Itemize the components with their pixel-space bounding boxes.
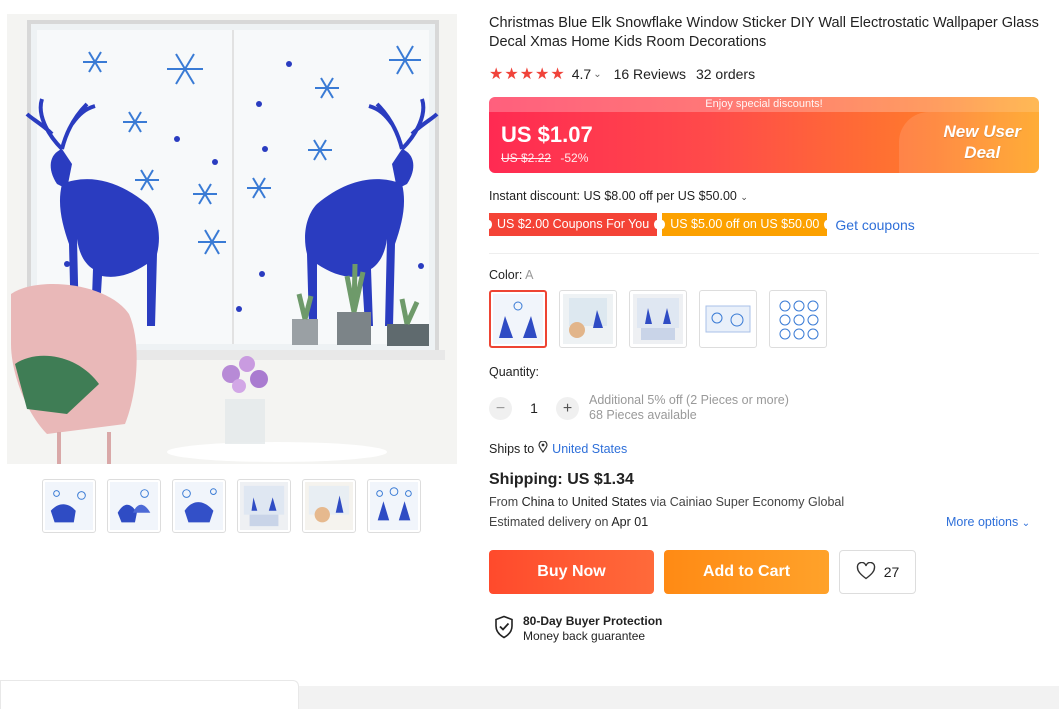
shield-check-icon: [494, 615, 514, 644]
shipping-destination: United States: [571, 495, 647, 509]
shipping-origin: China: [521, 495, 555, 509]
instant-discount-text: Instant discount: US $8.00 off per US $5…: [489, 189, 737, 203]
new-user-deal-badge: New User Deal: [944, 121, 1021, 163]
main-product-image[interactable]: [7, 14, 457, 464]
swatch-c[interactable]: [629, 290, 687, 348]
delivery-prefix: Estimated delivery on: [489, 515, 609, 529]
original-price-row: US $2.22 -52%: [501, 151, 588, 165]
wishlist-count: 27: [883, 564, 900, 580]
price-banner: Enjoy special discounts! US $1.07 US $2.…: [489, 97, 1039, 173]
rating-row: ★★★★★ 4.7 ⌄ 16 Reviews 32 orders: [489, 64, 755, 84]
thumbnail-5[interactable]: [302, 479, 356, 533]
bottom-tab[interactable]: [0, 680, 299, 709]
divider: [489, 253, 1039, 254]
quantity-info: Additional 5% off (2 Pieces or more) 68 …: [589, 393, 789, 423]
swatch-d[interactable]: [699, 290, 757, 348]
delivery-date: Apr 01: [611, 515, 649, 529]
quantity-increase-button[interactable]: +: [556, 396, 579, 420]
quantity-label: Quantity:: [489, 365, 540, 379]
discount-percent: -52%: [560, 151, 589, 165]
instant-discount[interactable]: Instant discount: US $8.00 off per US $5…: [489, 189, 748, 203]
color-label: Color: A: [489, 268, 533, 282]
current-price: US $1.07: [501, 122, 593, 147]
product-title: Christmas Blue Elk Snowflake Window Stic…: [489, 15, 1039, 50]
thumbnail-4[interactable]: [237, 479, 291, 533]
rating-stars: ★★★★★: [489, 66, 566, 83]
product-photo: [7, 14, 457, 464]
color-swatches: [489, 290, 827, 348]
shipping-route: From China to United States via Cainiao …: [489, 495, 844, 509]
deal-line-1: New User: [943, 122, 1021, 141]
ships-to-row: Ships to United States: [489, 440, 627, 456]
original-price: US $2.22: [501, 151, 552, 165]
color-label-text: Color:: [489, 268, 523, 282]
thumbnail-1[interactable]: [42, 479, 96, 533]
thumbnail-strip: [42, 479, 421, 533]
ship-country-select[interactable]: United States: [552, 442, 627, 456]
shipping-price: Shipping: US $1.34: [489, 471, 634, 488]
swatch-b[interactable]: [559, 290, 617, 348]
protection-subtitle: Money back guarantee: [523, 629, 646, 643]
get-coupons-link[interactable]: Get coupons: [835, 217, 914, 233]
more-shipping-options-link[interactable]: More options ⌄: [946, 515, 1030, 529]
shipping-to-word: to: [557, 495, 569, 509]
shipping-carrier: via Cainiao Super Economy Global: [650, 495, 845, 509]
orders-count: 32 orders: [695, 66, 756, 82]
location-pin-icon: [538, 440, 548, 456]
discount-strip: Enjoy special discounts!: [489, 97, 1039, 112]
stock-available-text: 68 Pieces available: [589, 408, 697, 422]
reviews-link[interactable]: 16 Reviews: [614, 66, 686, 82]
coupon-row: US $2.00 Coupons For You US $5.00 off on…: [485, 213, 915, 236]
quantity-input[interactable]: 1: [512, 400, 556, 416]
quantity-stepper: − 1 + Additional 5% off (2 Pieces or mor…: [489, 393, 789, 423]
wishlist-button[interactable]: 27: [839, 550, 916, 594]
heart-icon: [856, 561, 876, 583]
coupon-badge-threshold[interactable]: US $5.00 off on US $50.00: [659, 213, 831, 236]
swatch-a[interactable]: [489, 290, 547, 348]
shipping-from-prefix: From: [489, 495, 519, 509]
deal-line-2: Deal: [964, 143, 1001, 162]
estimated-delivery: Estimated delivery on Apr 01: [489, 515, 648, 529]
protection-title: 80-Day Buyer Protection: [523, 614, 663, 628]
coupon-badge-store[interactable]: US $2.00 Coupons For You: [485, 213, 661, 236]
chevron-down-icon[interactable]: ⌄: [740, 192, 748, 202]
buy-now-button[interactable]: Buy Now: [489, 550, 654, 594]
thumbnail-3[interactable]: [172, 479, 226, 533]
swatch-e[interactable]: [769, 290, 827, 348]
bulk-discount-text: Additional 5% off (2 Pieces or more): [589, 393, 789, 407]
buyer-protection: 80-Day Buyer Protection Money back guara…: [494, 614, 662, 644]
add-to-cart-button[interactable]: Add to Cart: [664, 550, 829, 594]
ships-to-label: Ships to: [489, 441, 535, 456]
more-options-label: More options: [946, 515, 1019, 529]
rating-value[interactable]: 4.7: [572, 66, 591, 82]
thumbnail-2[interactable]: [107, 479, 161, 533]
chevron-down-icon[interactable]: ⌄: [593, 69, 601, 80]
color-selected-value: A: [525, 268, 534, 282]
quantity-decrease-button[interactable]: −: [489, 396, 512, 420]
chevron-down-icon: ⌄: [1021, 518, 1031, 529]
thumbnail-6[interactable]: [367, 479, 421, 533]
